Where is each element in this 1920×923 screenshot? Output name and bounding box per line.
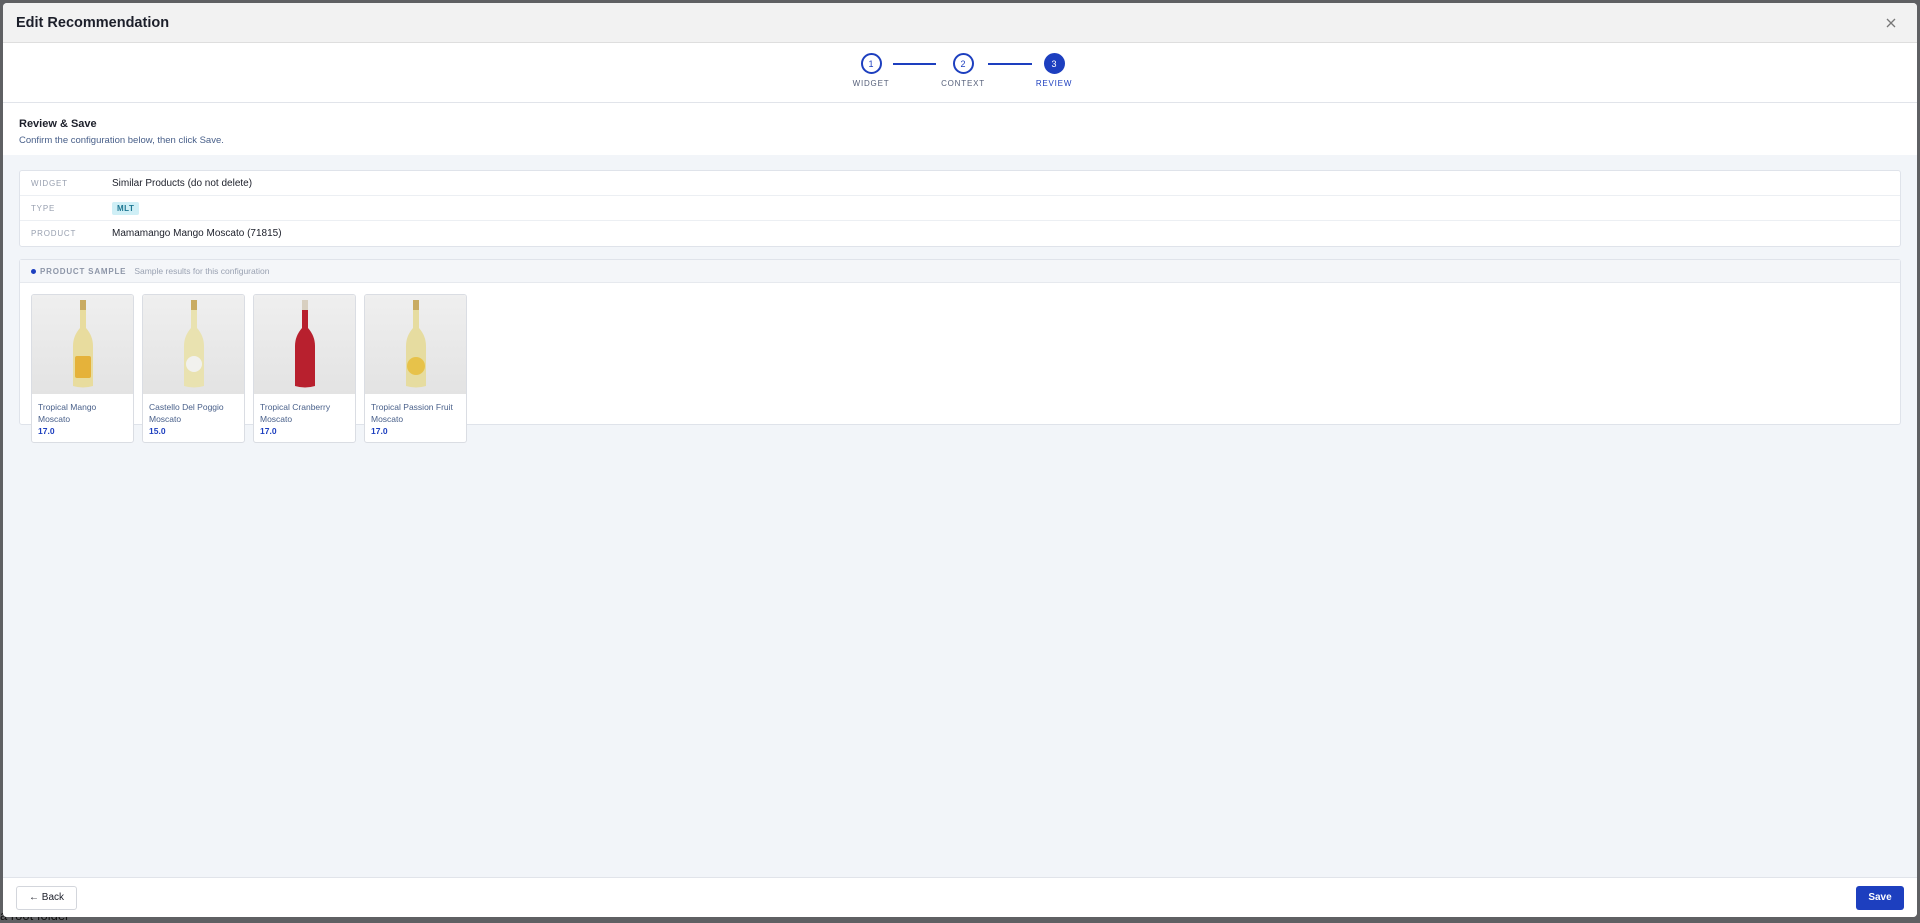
product-price: 17.0 bbox=[371, 426, 388, 436]
step-review[interactable]: 3 REVIEW bbox=[1014, 53, 1094, 88]
product-price: 17.0 bbox=[260, 426, 277, 436]
bottle-cap bbox=[79, 300, 86, 310]
summary-key: TYPE bbox=[31, 203, 56, 213]
summary-value: Similar Products (do not delete) bbox=[112, 177, 253, 189]
summary-value: MLT bbox=[112, 201, 140, 215]
step-number: 3 bbox=[1043, 53, 1065, 74]
wine-bottle-icon bbox=[405, 300, 426, 388]
product-price: 17.0 bbox=[38, 426, 55, 436]
modal-header: Edit Recommendation bbox=[3, 3, 1917, 43]
wine-bottle-icon bbox=[72, 300, 93, 388]
bottle-cap bbox=[190, 300, 197, 310]
back-button[interactable]: ← Back bbox=[16, 885, 78, 910]
summary-row-widget: WIDGET Similar Products (do not delete) bbox=[20, 171, 1900, 196]
product-sample-label: PRODUCT SAMPLE bbox=[40, 266, 127, 276]
review-subtitle: Confirm the configuration below, then cl… bbox=[19, 135, 224, 146]
product-card[interactable]: Tropical Passion Fruit Moscato 17.0 bbox=[364, 294, 467, 443]
modal-footer: ← Back Save bbox=[3, 877, 1917, 917]
product-card[interactable]: Castello Del Poggio Moscato 15.0 bbox=[142, 294, 245, 443]
step-number: 2 bbox=[952, 53, 974, 74]
wine-bottle-icon bbox=[183, 300, 204, 388]
close-button[interactable] bbox=[1880, 12, 1902, 34]
step-label: WIDGET bbox=[852, 79, 890, 88]
step-label: REVIEW bbox=[1035, 79, 1073, 88]
step-widget[interactable]: 1 WIDGET bbox=[831, 53, 911, 88]
product-card[interactable]: Tropical Cranberry Moscato 17.0 bbox=[253, 294, 356, 443]
product-sample-subtitle: Sample results for this configuration bbox=[134, 266, 270, 276]
step-number: 1 bbox=[860, 53, 882, 74]
summary-card: WIDGET Similar Products (do not delete) … bbox=[19, 170, 1901, 247]
product-grid: Tropical Mango Moscato 17.0 Castello Del… bbox=[20, 283, 1900, 454]
bottle-cap bbox=[301, 300, 308, 310]
step-context[interactable]: 2 CONTEXT bbox=[923, 53, 1003, 88]
bullet-dot-icon bbox=[31, 268, 36, 274]
product-image bbox=[143, 295, 244, 394]
review-title: Review & Save bbox=[19, 118, 97, 130]
type-badge: MLT bbox=[112, 201, 140, 215]
review-section-header: Review & Save Confirm the configuration … bbox=[3, 103, 1917, 155]
product-card[interactable]: Tropical Mango Moscato 17.0 bbox=[31, 294, 134, 443]
summary-key: WIDGET bbox=[31, 178, 68, 188]
product-sample-header: PRODUCT SAMPLE Sample results for this c… bbox=[20, 260, 1900, 283]
product-name: Tropical Passion Fruit Moscato bbox=[371, 402, 453, 424]
summary-value: Mamamango Mango Moscato (71815) bbox=[112, 228, 282, 239]
modal-title: Edit Recommendation bbox=[16, 14, 170, 31]
summary-row-type: TYPE MLT bbox=[20, 196, 1900, 221]
stepper: 1 WIDGET 2 CONTEXT 3 REVIEW bbox=[3, 43, 1917, 103]
product-image bbox=[32, 295, 133, 394]
bottle-label bbox=[74, 356, 91, 378]
review-content: WIDGET Similar Products (do not delete) … bbox=[3, 155, 1917, 877]
product-price: 15.0 bbox=[149, 426, 166, 436]
summary-key: PRODUCT bbox=[31, 229, 77, 238]
bottle-label bbox=[296, 356, 313, 378]
step-label: CONTEXT bbox=[941, 79, 985, 88]
close-icon bbox=[1886, 18, 1896, 27]
wine-bottle-icon bbox=[294, 300, 315, 388]
product-image bbox=[254, 295, 355, 394]
product-sample-card: PRODUCT SAMPLE Sample results for this c… bbox=[19, 259, 1901, 443]
bottle-body bbox=[183, 310, 204, 388]
product-name: Castello Del Poggio Moscato bbox=[149, 402, 224, 424]
summary-row-product: PRODUCT Mamamango Mango Moscato (71815) bbox=[20, 221, 1900, 246]
bottle-label bbox=[185, 356, 202, 372]
product-image bbox=[365, 295, 466, 394]
product-name: Tropical Cranberry Moscato bbox=[260, 402, 331, 424]
bottle-cap bbox=[412, 300, 419, 310]
bottle-label bbox=[406, 357, 425, 375]
bottle-body bbox=[405, 310, 426, 388]
edit-recommendation-modal: Edit Recommendation 1 WIDGET 2 CONTEXT 3… bbox=[3, 3, 1917, 917]
save-button[interactable]: Save bbox=[1856, 885, 1904, 910]
product-name: Tropical Mango Moscato bbox=[38, 402, 97, 424]
